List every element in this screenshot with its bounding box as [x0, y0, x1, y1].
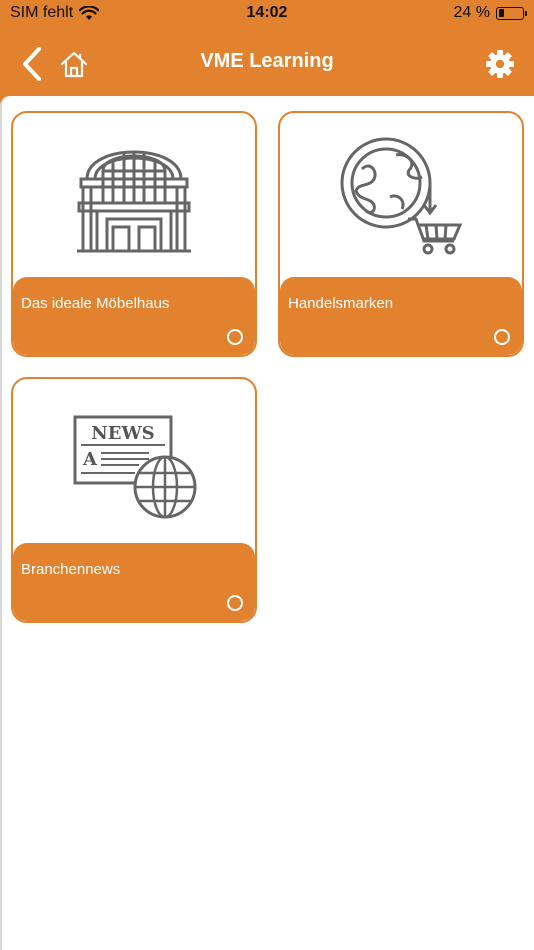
progress-circle-icon	[227, 329, 243, 345]
tile-label: Das ideale Möbelhaus	[21, 295, 170, 312]
status-bar: SIM fehlt 14:02 24 %	[0, 0, 534, 28]
tile-footer: Das ideale Möbelhaus	[13, 277, 255, 355]
content-area: Das ideale Möbelhaus Handelsmarken NEWS …	[0, 96, 534, 950]
battery-icon	[496, 6, 527, 20]
tile-handelsmarken[interactable]: Handelsmarken	[278, 111, 524, 357]
battery-fill	[498, 9, 505, 17]
newspaper-globe-icon: NEWS A	[73, 415, 197, 519]
tile-das-ideale-moebelhaus[interactable]: Das ideale Möbelhaus	[11, 111, 257, 357]
tile-label: Handelsmarken	[288, 295, 394, 312]
tile-footer: Branchennews	[13, 543, 255, 621]
progress-circle-icon	[227, 595, 243, 611]
settings-button[interactable]	[482, 44, 518, 84]
tile-image: NEWS A	[13, 379, 255, 545]
news-heading-text: NEWS	[91, 423, 154, 444]
news-letter-text: A	[82, 449, 98, 470]
building-icon	[77, 150, 191, 253]
status-right: 24 %	[453, 4, 527, 22]
nav-bar: VME Learning	[0, 28, 534, 96]
globe-cart-icon	[340, 137, 463, 255]
page-title: VME Learning	[200, 50, 334, 72]
tile-image	[280, 113, 522, 279]
tile-label: Branchennews	[21, 561, 121, 578]
battery-percent: 24 %	[453, 4, 490, 21]
gear-icon	[486, 50, 514, 78]
progress-circle-icon	[494, 329, 510, 345]
tile-image	[13, 113, 255, 279]
tile-footer: Handelsmarken	[280, 277, 522, 355]
tile-branchennews[interactable]: NEWS A Branchennews	[11, 377, 257, 623]
